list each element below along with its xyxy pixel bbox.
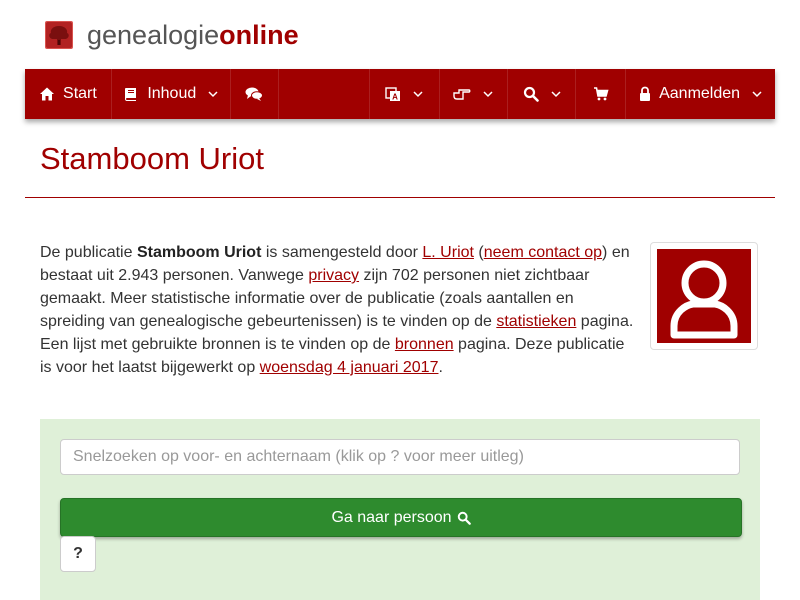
privacy-link[interactable]: privacy: [308, 267, 359, 284]
statistics-link[interactable]: statistieken: [496, 313, 576, 330]
language-icon: A: [385, 87, 401, 102]
intro-text: (: [473, 244, 484, 261]
svg-text:A: A: [392, 93, 398, 102]
author-link[interactable]: L. Uriot: [422, 244, 474, 261]
nav-cart[interactable]: [576, 69, 627, 119]
tree-logo-icon: [45, 21, 73, 49]
book-icon: [125, 88, 137, 101]
nav-start[interactable]: Start: [25, 69, 112, 119]
go-to-person-button[interactable]: Ga naar persoon: [60, 498, 742, 537]
intro-text: is samengesteld door: [261, 244, 423, 261]
go-to-person-label: Ga naar persoon: [331, 508, 452, 526]
chevron-down-icon: [483, 91, 493, 98]
nav-contents-dropdown[interactable]: Inhoud: [112, 69, 231, 119]
last-updated-link[interactable]: woensdag 4 januari 2017: [260, 359, 439, 376]
title-divider: [25, 197, 775, 198]
contact-link[interactable]: neem contact op: [484, 244, 602, 261]
chevron-down-icon: [551, 91, 561, 98]
nav-login-label: Aanmelden: [659, 85, 741, 102]
search-help-button[interactable]: ?: [60, 536, 96, 572]
site-logo[interactable]: genealogieonline: [45, 20, 299, 50]
sources-link[interactable]: bronnen: [395, 336, 454, 353]
chevron-down-icon: [413, 91, 423, 98]
search-icon: [457, 511, 471, 525]
site-name-part1: genealogie: [87, 20, 220, 50]
page-title: Stamboom Uriot: [40, 141, 264, 176]
hand-point-icon: [453, 89, 471, 100]
main-navbar: Start Inhoud A Aanmelden: [25, 69, 775, 119]
intro-text: .: [438, 359, 443, 376]
comments-icon: [245, 87, 264, 101]
site-name: genealogieonline: [87, 20, 299, 50]
cart-icon: [593, 87, 609, 101]
nav-login-dropdown[interactable]: Aanmelden: [626, 69, 775, 119]
nav-start-label: Start: [63, 85, 97, 102]
nav-share-dropdown[interactable]: [440, 69, 509, 119]
home-icon: [40, 87, 55, 101]
quick-search-panel: Ga naar persoon ?: [40, 419, 760, 600]
search-icon: [523, 86, 539, 102]
nav-spacer: [279, 69, 370, 119]
user-avatar-icon: [657, 249, 751, 343]
lock-icon: [640, 86, 651, 101]
quick-search-input[interactable]: [60, 439, 740, 475]
chevron-down-icon: [208, 91, 218, 98]
nav-forum[interactable]: [231, 69, 279, 119]
nav-search-dropdown[interactable]: [508, 69, 577, 119]
nav-contents-label: Inhoud: [147, 85, 197, 102]
chevron-down-icon: [752, 91, 762, 98]
site-header: genealogieonline: [0, 0, 800, 69]
intro-text: De publicatie: [40, 244, 137, 261]
site-name-part2: online: [219, 20, 299, 50]
nav-language-dropdown[interactable]: A: [370, 69, 440, 119]
publication-name: Stamboom Uriot: [136, 244, 262, 261]
publication-description: De publicatie Stamboom Uriot is samenges…: [40, 241, 640, 379]
author-avatar: [650, 242, 758, 350]
